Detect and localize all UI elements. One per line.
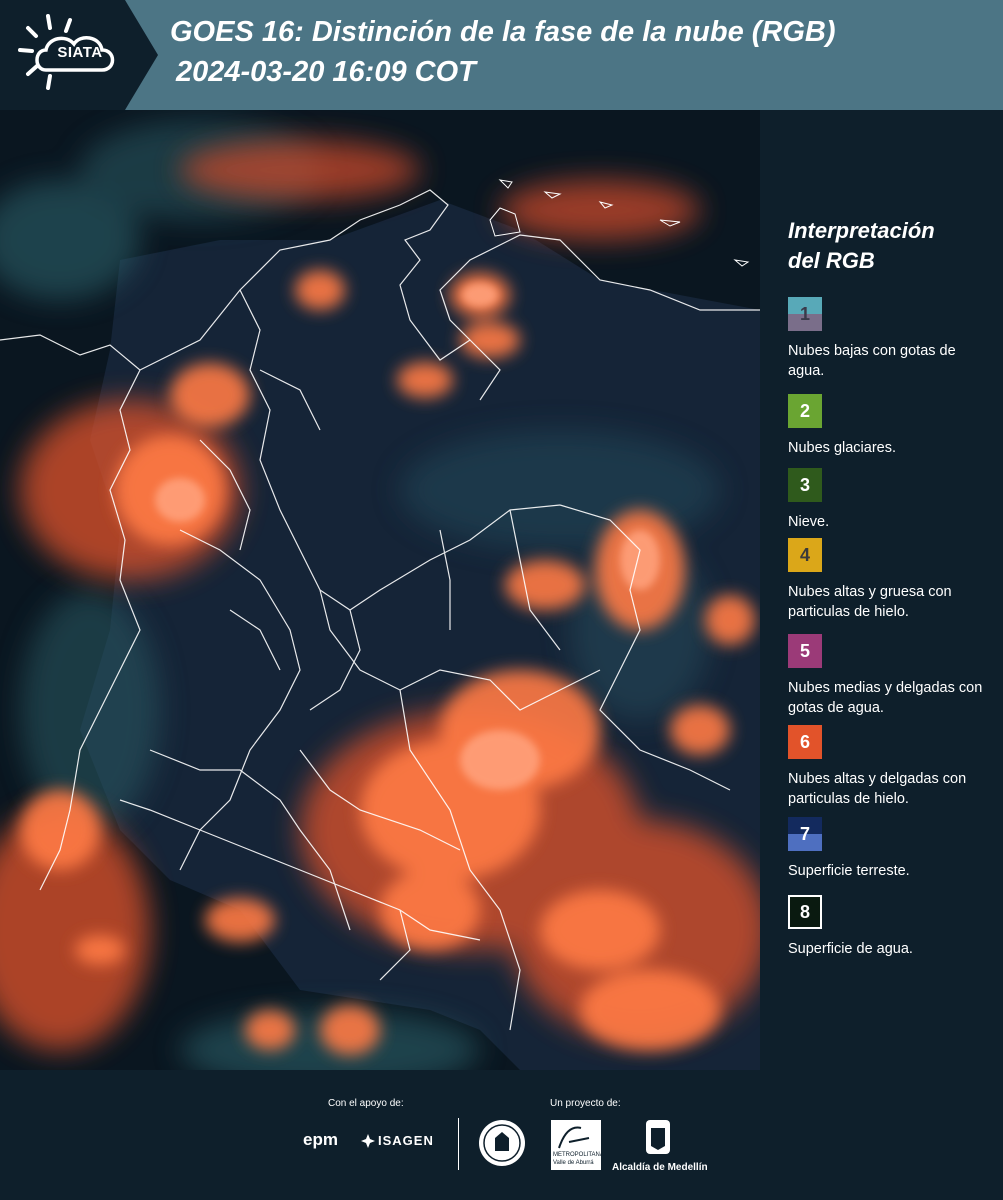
legend-label-4: Nubes altas y gruesa con particulas de h… [788,584,952,620]
siata-logo[interactable]: SIATA [0,0,158,110]
legend-item-5: 5 Nubes medias y delgadas con gotas de a… [788,634,988,718]
legend-item-3: 3 Nieve. [788,468,988,532]
legend-label-2: Nubes glaciares. [788,440,896,456]
legend-number-4: 4 [799,544,810,565]
legend-number-3: 3 [799,474,810,495]
header-bar: SIATA GOES 16: Distinción de la fase de … [0,0,1003,110]
support-label: Con el apoyo de: [328,1098,404,1109]
legend-title: Interpretación del RGB [788,216,988,276]
legend-title-line2: del RGB [788,248,875,273]
isagen-logo-text: ISAGEN [378,1133,434,1148]
legend-number-5: 5 [799,640,810,661]
legend-number-7: 7 [799,823,810,844]
legend-title-line1: Interpretación [788,218,935,243]
legend-number-1: 1 [799,303,810,324]
isagen-logo[interactable]: ISAGEN [360,1132,450,1152]
legend-number-2: 2 [799,400,810,421]
legend-item-4: 4 Nubes altas y gruesa con particulas de… [788,538,988,622]
legend-item-7: 7 Superficie terreste. [788,817,988,881]
legend-label-5: Nubes medias y delgadas con gotas de agu… [788,680,983,716]
legend-label-6: Nubes altas y delgadas con particulas de… [788,771,967,807]
legend-swatch-1: 1 [788,297,822,331]
legend-item-2: 2 Nubes glaciares. [788,394,988,458]
seal-icon [479,1120,525,1166]
legend-swatch-2: 2 [788,394,822,428]
footer-divider [458,1118,459,1170]
legend-swatch-6: 6 [788,725,822,759]
footer: Con el apoyo de: Un proyecto de: epm ISA… [0,1070,1003,1200]
page-timestamp: 2024-03-20 16:09 COT [176,56,476,88]
legend-label-1: Nubes bajas con gotas de agua. [788,343,956,379]
legend-item-6: 6 Nubes altas y delgadas con particulas … [788,725,988,809]
legend-swatch-8: 8 [788,895,822,929]
area-metropolitana-logo[interactable]: METROPOLITANA Valle de Aburrá [551,1120,604,1170]
alcaldia-logo-text: Alcaldía de Medellín [612,1162,708,1173]
legend-number-8: 8 [799,901,810,922]
page-title: GOES 16: Distinción de la fase de la nub… [170,16,836,48]
satellite-image [0,110,760,1070]
metro-logo-line2: Valle de Aburrá [553,1160,594,1166]
metro-logo-line1: METROPOLITANA [553,1152,604,1158]
legend-label-3: Nieve. [788,514,830,530]
legend-panel: Interpretación del RGB 1 Nubes bajas con… [760,110,1003,1070]
alcaldia-crest-icon [646,1120,670,1154]
legend-label-8: Superficie de agua. [788,941,913,957]
legend-item-1: 1 Nubes bajas con gotas de agua. [788,297,988,381]
legend-swatch-4: 4 [788,538,822,572]
legend-swatch-3: 3 [788,468,822,502]
epm-logo[interactable]: epm [303,1130,338,1150]
legend-item-8: 8 Superficie de agua. [788,895,988,959]
area-metropolitana-icon [558,1126,590,1149]
alcaldia-logo[interactable]: Alcaldía de Medellín [610,1118,710,1174]
legend-label-7: Superficie terreste. [788,863,910,879]
siata-logo-text: SIATA [57,44,103,61]
isagen-icon [361,1134,375,1148]
legend-swatch-7: 7 [788,817,822,851]
satellite-map[interactable] [0,110,760,1070]
legend-number-6: 6 [799,731,810,752]
project-label: Un proyecto de: [550,1098,621,1109]
medellin-seal-logo[interactable] [477,1118,527,1168]
legend-swatch-5: 5 [788,634,822,668]
